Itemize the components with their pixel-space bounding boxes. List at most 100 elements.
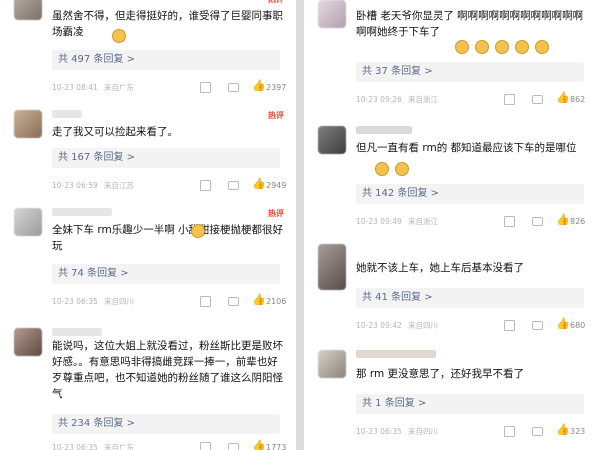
share-icon[interactable] [504, 426, 515, 437]
reply-count-link[interactable]: 共 142 条回复 > [356, 184, 584, 204]
smile-emoji-icon [495, 40, 510, 54]
blurred-nickname [52, 328, 102, 336]
avatar[interactable] [318, 126, 346, 154]
like-count: 680 [570, 321, 586, 330]
smile-emoji-icon [395, 162, 410, 176]
like-count: 1773 [266, 443, 287, 450]
smile-emoji-icon [535, 40, 550, 54]
comment-time: 10-23 06:59 [52, 181, 98, 190]
smile-emoji-icon [475, 40, 490, 54]
comment-meta: 10-23 06:35 来自四川 👍 2106 [52, 294, 288, 308]
blurred-nickname [52, 208, 112, 216]
comment-time: 10-23 09:26 [356, 95, 402, 104]
comment-location: 来自四川 [408, 321, 438, 330]
comment-text: 能说吗，这位大姐上就没看过，粉丝斯比更是败坏好感。。有意思吗非得搞雌竞踩一捧一，… [52, 340, 283, 400]
like-icon[interactable]: 👍 [556, 318, 570, 330]
comment-text: 那 rm 更没意思了，还好我早不看了 [356, 368, 525, 380]
comment-location: 来自浙江 [408, 95, 438, 104]
comment-meta: 10-23 06:59 来自江苏 👍 2949 [52, 178, 288, 192]
comment-icon[interactable] [228, 181, 239, 190]
avatar[interactable] [318, 244, 346, 290]
like-count: 323 [570, 427, 586, 436]
comment-location: 来自广东 [104, 83, 134, 92]
comment-location: 来自四川 [104, 297, 134, 306]
comment-meta: 10-23 06:35 来自四川 👍 323 [356, 424, 592, 438]
hot-comment-badge: 热评 [268, 209, 284, 218]
reply-count-link[interactable]: 共 167 条回复 > [52, 148, 280, 168]
like-icon[interactable]: 👍 [252, 80, 266, 92]
blurred-nickname [356, 126, 412, 134]
like-count: 862 [570, 95, 586, 104]
comment-text: 但凡一直有看 rm的 都知道最应该下车的是哪位 [356, 142, 577, 154]
like-icon[interactable]: 👍 [556, 214, 570, 226]
reply-count-link[interactable]: 共 497 条回复 > [52, 50, 280, 70]
share-icon[interactable] [504, 94, 515, 105]
avatar[interactable] [318, 350, 346, 378]
comment-time: 10-23 09:42 [356, 321, 402, 330]
emoji-row [454, 37, 550, 56]
share-icon[interactable] [200, 296, 211, 307]
hot-comment-badge: 热评 [268, 111, 284, 120]
comment-location: 来自广东 [104, 443, 134, 450]
like-icon[interactable]: 👍 [252, 294, 266, 306]
avatar[interactable] [14, 208, 42, 236]
like-count: 2949 [266, 181, 287, 190]
comment-location: 来自四川 [408, 427, 438, 436]
like-count: 2397 [266, 83, 287, 92]
blurred-nickname [356, 350, 436, 358]
comment-meta: 10-23 08:41 来自广东 👍 2397 [52, 80, 288, 94]
smile-emoji-icon [191, 224, 205, 238]
avatar[interactable] [14, 110, 42, 138]
like-count: 2106 [266, 297, 287, 306]
comment-meta: 10-23 09:26 来自浙江 👍 862 [356, 92, 592, 106]
comment-icon[interactable] [532, 217, 543, 226]
sweat-smile-emoji-icon [112, 29, 126, 43]
smile-emoji-icon [375, 162, 389, 176]
right-comment-column: 卧槽 老天爷你显灵了 啊啊啊啊啊啊啊啊啊啊啊啊啊啊她终于下车了 共 37 条回复… [304, 0, 600, 450]
like-count: 826 [570, 217, 586, 226]
comment-icon[interactable] [228, 297, 239, 306]
hot-comment-badge: 热评 [268, 0, 284, 5]
comment-icon[interactable] [532, 95, 543, 104]
comment-meta: 10-23 06:35 来自广东 👍 1773 [52, 440, 288, 450]
share-icon[interactable] [200, 82, 211, 93]
comment-time: 10-23 06:35 [52, 297, 98, 306]
share-icon[interactable] [200, 442, 211, 450]
reply-count-link[interactable]: 共 1 条回复 > [356, 394, 584, 414]
reply-count-link[interactable]: 共 234 条回复 > [52, 414, 280, 434]
comment-icon[interactable] [228, 83, 239, 92]
like-icon[interactable]: 👍 [252, 440, 266, 450]
blurred-nickname [52, 110, 82, 118]
comment-time: 10-23 06:35 [356, 427, 402, 436]
comment-text: 她就不该上车，她上车后基本没看了 [356, 262, 524, 274]
comment-time: 10-23 08:41 [52, 83, 98, 92]
reply-count-link[interactable]: 共 37 条回复 > [356, 62, 584, 82]
comment-icon[interactable] [228, 443, 239, 450]
avatar[interactable] [318, 0, 346, 28]
comment-icon[interactable] [532, 427, 543, 436]
reply-count-link[interactable]: 共 74 条回复 > [52, 264, 280, 284]
comment-text: 走了我又可以捡起来看了。 [52, 126, 178, 138]
comment-meta: 10-23 09:42 来自四川 👍 680 [356, 318, 592, 332]
comment-location: 来自江苏 [104, 181, 134, 190]
avatar[interactable] [14, 0, 42, 20]
like-icon[interactable]: 👍 [556, 424, 570, 436]
comment-time: 10-23 06:35 [52, 443, 98, 450]
comment-text: 虽然舍不得，但走得挺好的，谁受得了巨婴同事职场霸凌 [52, 10, 283, 38]
comment-text: 卧槽 老天爷你显灵了 啊啊啊啊啊啊啊啊啊啊啊啊啊啊她终于下车了 [356, 10, 584, 38]
share-icon[interactable] [200, 180, 211, 191]
share-icon[interactable] [504, 320, 515, 331]
reply-count-link[interactable]: 共 41 条回复 > [356, 288, 584, 308]
avatar[interactable] [14, 328, 42, 356]
comment-meta: 10-23 09:49 来自浙江 👍 826 [356, 214, 592, 228]
smile-emoji-icon [515, 40, 530, 54]
left-comment-column: 热评 虽然舍不得，但走得挺好的，谁受得了巨婴同事职场霸凌 共 497 条回复 >… [0, 0, 296, 450]
comment-location: 来自浙江 [408, 217, 438, 226]
comment-text: 全妹下车 rm乐趣少一半啊 小甜甜接梗抛梗都很好玩 [52, 224, 284, 252]
smile-emoji-icon [455, 40, 469, 54]
like-icon[interactable]: 👍 [556, 92, 570, 104]
comment-time: 10-23 09:49 [356, 217, 402, 226]
comment-icon[interactable] [532, 321, 543, 330]
like-icon[interactable]: 👍 [252, 178, 266, 190]
share-icon[interactable] [504, 216, 515, 227]
